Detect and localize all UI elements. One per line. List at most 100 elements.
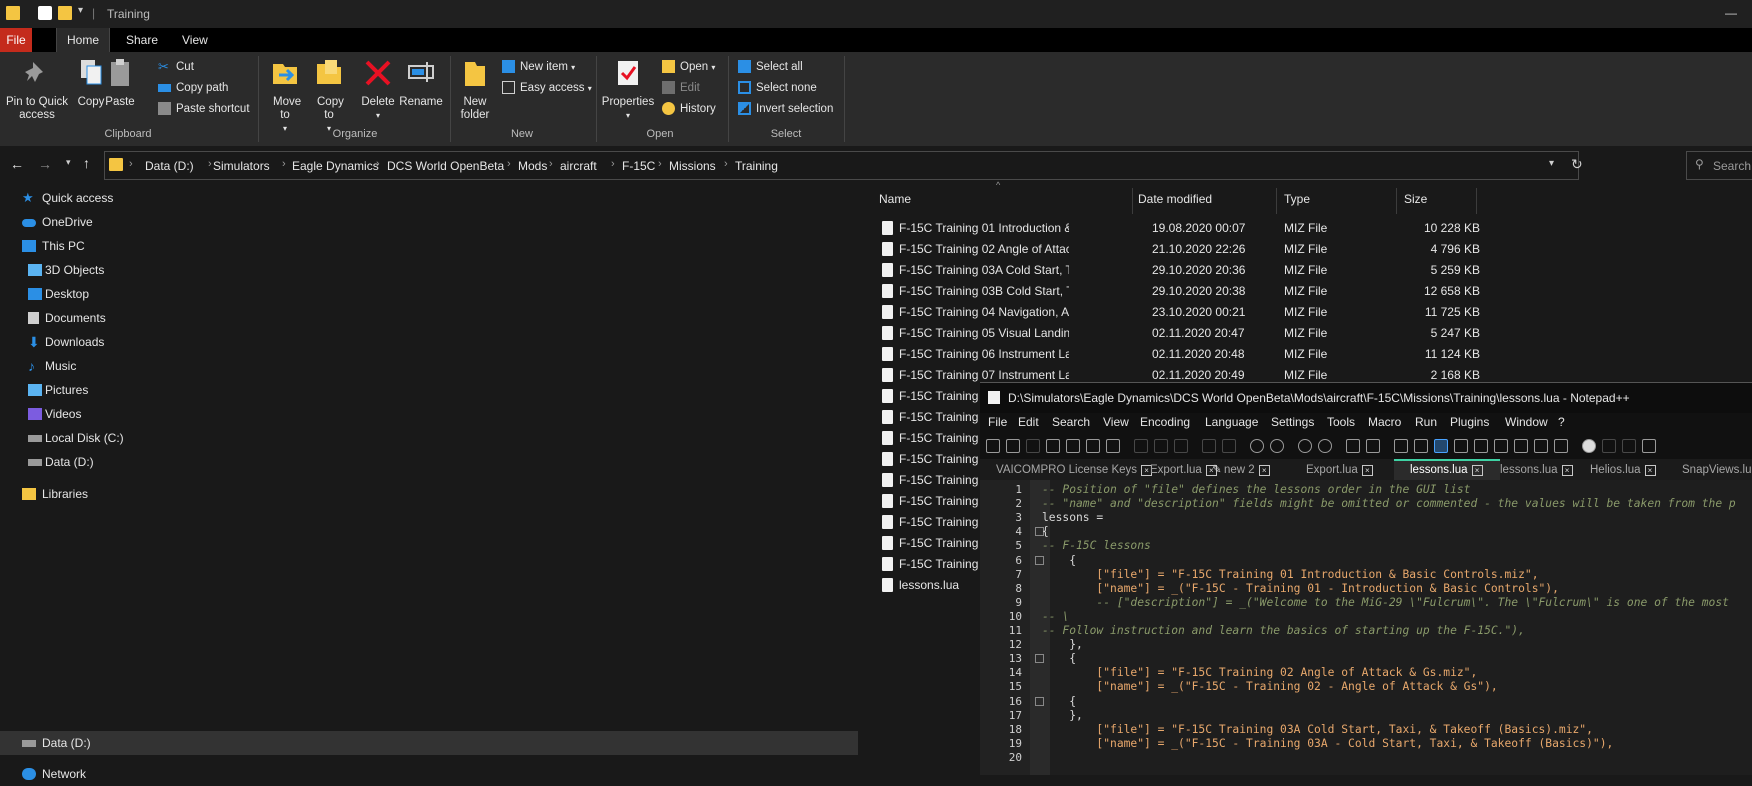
history-button[interactable]: History — [662, 100, 716, 118]
breadcrumb-simulators[interactable]: Simulators — [213, 159, 270, 173]
breadcrumb-separator-icon[interactable]: › — [658, 158, 662, 170]
replace-icon[interactable] — [1270, 439, 1284, 453]
user-language-icon[interactable] — [1454, 439, 1468, 453]
print-icon[interactable] — [1106, 439, 1120, 453]
editor-tab-snapviews[interactable]: SnapViews.lua — [1666, 461, 1752, 480]
menu-view[interactable]: View — [1103, 415, 1129, 429]
forward-arrow-icon[interactable]: → — [38, 156, 52, 172]
properties-quick-icon[interactable] — [38, 6, 52, 20]
breadcrumb-separator-icon[interactable]: › — [282, 158, 286, 170]
new-item-button[interactable]: New item ▾ — [502, 58, 575, 76]
nav-item-this-pc[interactable]: This PC — [22, 234, 85, 258]
function-list-icon[interactable] — [1514, 439, 1528, 453]
column-header-size[interactable]: Size — [1404, 192, 1427, 206]
copy-path-button[interactable]: Copy path — [158, 79, 228, 97]
paste-shortcut-button[interactable]: Paste shortcut — [158, 100, 250, 118]
show-all-characters-icon[interactable] — [1414, 439, 1428, 453]
breadcrumb-separator-icon[interactable]: › — [724, 158, 728, 170]
edit-button[interactable]: Edit — [662, 79, 700, 97]
column-separator[interactable] — [1476, 188, 1477, 214]
column-header-type[interactable]: Type — [1284, 192, 1310, 206]
zoom-in-icon[interactable] — [1298, 439, 1312, 453]
run-macro-multiple-icon[interactable] — [1642, 439, 1656, 453]
record-macro-icon[interactable] — [1582, 439, 1596, 453]
stop-recording-icon[interactable] — [1602, 439, 1616, 453]
pin-quick-access-button[interactable]: Pin to Quick access — [4, 58, 70, 122]
file-row[interactable]: F-15C Training 04 Navigation, Autopilot,… — [868, 302, 1752, 323]
copy-to-button[interactable]: Copy to ▾ — [310, 58, 348, 135]
file-row[interactable]: F-15C Training 03A Cold Start, Taxi, & T… — [868, 260, 1752, 281]
move-to-button[interactable]: Move to ▾ — [266, 58, 304, 135]
column-separator[interactable] — [1132, 188, 1133, 214]
document-list-icon[interactable] — [1494, 439, 1508, 453]
rename-button[interactable]: Rename — [398, 58, 444, 109]
column-header-name[interactable]: Name — [879, 192, 911, 206]
file-row[interactable]: F-15C Training 01 Introduction & Basic C… — [868, 218, 1752, 239]
new-folder-quick-icon[interactable] — [58, 6, 72, 20]
breadcrumb-eagle-dynamics[interactable]: Eagle Dynamics — [292, 159, 379, 173]
paste-button[interactable]: Paste — [104, 58, 136, 109]
close-tab-icon[interactable]: × — [1644, 465, 1656, 476]
nav-item-downloads[interactable]: ⬇ Downloads — [28, 330, 104, 354]
breadcrumb-separator-icon[interactable]: › — [208, 158, 212, 170]
find-icon[interactable] — [1250, 439, 1264, 453]
folder-workspace-icon[interactable] — [1534, 439, 1548, 453]
breadcrumb-separator-icon[interactable]: › — [129, 158, 133, 170]
column-header-date[interactable]: Date modified — [1138, 192, 1212, 206]
breadcrumb-missions[interactable]: Missions — [669, 159, 716, 173]
breadcrumb-separator-icon[interactable]: › — [507, 158, 511, 170]
search-box[interactable]: ⚲ Search — [1686, 151, 1752, 180]
editor-tab-export-2[interactable]: Export.lua × — [1290, 461, 1373, 480]
editor-tab-export-1[interactable]: Export.lua × — [1134, 461, 1217, 480]
save-icon[interactable] — [1026, 439, 1040, 453]
word-wrap-icon[interactable] — [1394, 439, 1408, 453]
open-file-icon[interactable] — [1006, 439, 1020, 453]
menu-macro[interactable]: Macro — [1368, 415, 1401, 429]
cut-icon[interactable] — [1134, 439, 1148, 453]
breadcrumb-dcs-world[interactable]: DCS World OpenBeta — [387, 159, 504, 173]
document-map-icon[interactable] — [1474, 439, 1488, 453]
open-button[interactable]: Open ▾ — [662, 58, 715, 76]
redo-icon[interactable] — [1222, 439, 1236, 453]
editor-tab-new-2[interactable]: ✎ new 2 × — [1208, 461, 1270, 480]
file-row[interactable]: F-15C Training 03B Cold Start, Taxi, & T… — [868, 281, 1752, 302]
nav-item-videos[interactable]: Videos — [28, 402, 81, 426]
file-row[interactable]: F-15C Training 05 Visual Landing.miz 02.1… — [868, 323, 1752, 344]
menu-encoding[interactable]: Encoding — [1140, 415, 1190, 429]
nav-item-quick-access[interactable]: ★ Quick access — [22, 186, 113, 210]
menu-search[interactable]: Search — [1052, 415, 1090, 429]
invert-selection-button[interactable]: Invert selection — [738, 100, 833, 118]
close-tab-icon[interactable]: × — [1471, 465, 1483, 476]
menu-window[interactable]: Window — [1505, 415, 1548, 429]
copy-icon[interactable] — [1154, 439, 1168, 453]
refresh-icon[interactable]: ↻ — [1571, 156, 1583, 173]
close-tab-icon[interactable]: × — [1361, 465, 1373, 476]
sync-vertical-icon[interactable] — [1346, 439, 1360, 453]
cut-button[interactable]: ✂ Cut — [158, 58, 194, 76]
menu-run[interactable]: Run — [1415, 415, 1437, 429]
breadcrumb-aircraft[interactable]: aircraft — [560, 159, 597, 173]
new-file-icon[interactable] — [986, 439, 1000, 453]
nav-item-network[interactable]: Network — [22, 762, 86, 786]
tab-view[interactable]: View — [172, 28, 218, 52]
easy-access-button[interactable]: Easy access ▾ — [502, 79, 592, 97]
menu-settings[interactable]: Settings — [1271, 415, 1314, 429]
menu-tools[interactable]: Tools — [1327, 415, 1355, 429]
close-tab-icon[interactable]: × — [1258, 465, 1270, 476]
breadcrumb-separator-icon[interactable]: › — [611, 158, 615, 170]
new-folder-button[interactable]: New folder — [456, 58, 494, 122]
undo-icon[interactable] — [1202, 439, 1216, 453]
nav-item-music[interactable]: ♪ Music — [28, 354, 76, 378]
nav-item-3d-objects[interactable]: 3D Objects — [28, 258, 104, 282]
customize-toolbar-icon[interactable]: ▾ — [78, 5, 83, 16]
nav-item-documents[interactable]: Documents — [28, 306, 106, 330]
nav-item-desktop[interactable]: Desktop — [28, 282, 89, 306]
close-tab-icon[interactable]: × — [1561, 465, 1573, 476]
editor-tab-lessons-2[interactable]: lessons.lua × — [1484, 461, 1573, 480]
address-dropdown-chevron-icon[interactable]: ▾ — [1549, 158, 1554, 169]
breadcrumb-training[interactable]: Training — [735, 159, 778, 173]
file-row[interactable]: F-15C Training 02 Angle of Attack & Gs..… — [868, 239, 1752, 260]
editor-tab-vaicompro[interactable]: VAICOMPRO License Keys × — [980, 461, 1153, 480]
breadcrumb-separator-icon[interactable]: › — [549, 158, 553, 170]
paste-icon[interactable] — [1174, 439, 1188, 453]
